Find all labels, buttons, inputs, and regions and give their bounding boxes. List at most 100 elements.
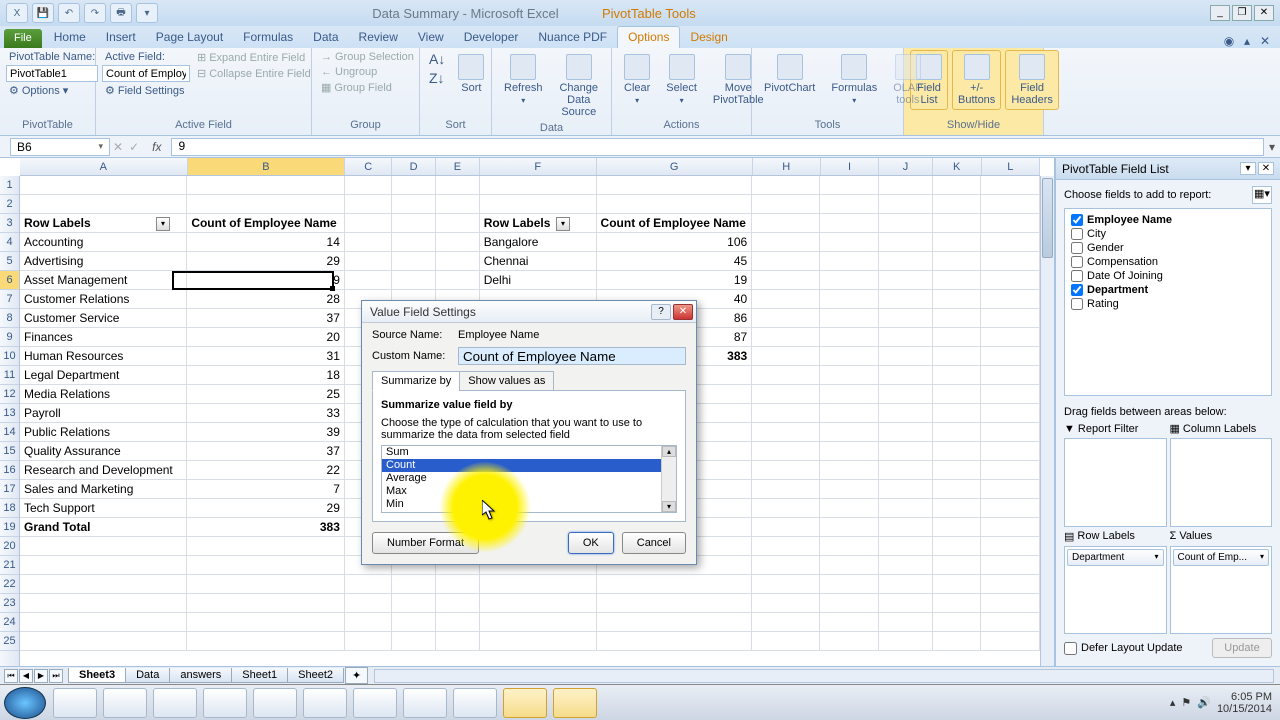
taskbar-teamviewer[interactable] (303, 688, 347, 718)
cell[interactable]: 29 (187, 499, 345, 517)
cell[interactable] (392, 594, 436, 612)
field-rating[interactable]: Rating (1069, 297, 1267, 311)
excel-icon[interactable]: X (6, 3, 28, 23)
cell[interactable]: 9 (187, 271, 345, 289)
cell[interactable] (752, 594, 820, 612)
cell[interactable] (820, 556, 879, 574)
cell[interactable] (436, 252, 480, 270)
cell[interactable] (392, 271, 436, 289)
taskbar-chrome[interactable] (153, 688, 197, 718)
cell[interactable] (981, 271, 1040, 289)
field-checkbox[interactable] (1071, 242, 1083, 254)
row-header-20[interactable]: 20 (0, 537, 19, 556)
cell[interactable]: Accounting (20, 233, 187, 251)
cell[interactable] (981, 613, 1040, 631)
cell[interactable] (820, 252, 879, 270)
cell[interactable] (597, 195, 753, 213)
field-checkbox[interactable] (1071, 270, 1083, 282)
cell[interactable] (187, 594, 345, 612)
table-row[interactable] (20, 575, 1040, 594)
cell[interactable] (480, 176, 597, 194)
cell[interactable] (879, 518, 933, 536)
cell[interactable]: 29 (187, 252, 345, 270)
expand-field-button[interactable]: ⊞ Expand Entire Field (194, 50, 314, 65)
tab-nav-prev[interactable]: ◀ (19, 669, 33, 683)
cell[interactable] (981, 442, 1040, 460)
col-header-L[interactable]: L (982, 158, 1040, 175)
cell[interactable] (20, 195, 187, 213)
tab-nav-last[interactable]: ⏭ (49, 669, 63, 683)
cell[interactable] (981, 347, 1040, 365)
ribbon-tab-insert[interactable]: Insert (96, 27, 146, 48)
row-header-1[interactable]: 1 (0, 176, 19, 195)
cell[interactable] (981, 385, 1040, 403)
cell[interactable] (820, 423, 879, 441)
redo-icon[interactable]: ↷ (84, 3, 106, 23)
cell[interactable] (879, 176, 933, 194)
table-row[interactable]: Asset Management9Delhi19 (20, 271, 1040, 290)
pivotchart-button[interactable]: PivotChart (758, 50, 821, 98)
row-header-9[interactable]: 9 (0, 328, 19, 347)
ribbon-tab-developer[interactable]: Developer (454, 27, 529, 48)
listbox-scrollbar[interactable]: ▴▾ (661, 446, 676, 512)
close-button[interactable]: ✕ (1254, 5, 1274, 21)
col-header-J[interactable]: J (879, 158, 933, 175)
formulas-button[interactable]: Formulas▾ (825, 50, 883, 109)
row-header-4[interactable]: 4 (0, 233, 19, 252)
field-department[interactable]: Department (1069, 283, 1267, 297)
cell[interactable] (933, 366, 982, 384)
sheet-tab-sheet2[interactable]: Sheet2 (287, 668, 344, 683)
number-format-button[interactable]: Number Format (372, 532, 479, 554)
cell[interactable] (480, 632, 597, 650)
field-city[interactable]: City (1069, 227, 1267, 241)
cell[interactable] (752, 537, 820, 555)
cell[interactable]: 45 (597, 252, 753, 270)
cell[interactable] (820, 632, 879, 650)
cell[interactable] (933, 518, 982, 536)
cell[interactable] (879, 632, 933, 650)
row-header-14[interactable]: 14 (0, 423, 19, 442)
cell[interactable]: Tech Support (20, 499, 187, 517)
cell[interactable] (879, 480, 933, 498)
cell[interactable] (820, 404, 879, 422)
expand-formula-bar[interactable]: ▾ (1264, 140, 1280, 154)
field-checkbox[interactable] (1071, 284, 1083, 296)
cell[interactable] (20, 575, 187, 593)
cell[interactable] (752, 613, 820, 631)
cell[interactable] (392, 575, 436, 593)
cell[interactable] (820, 480, 879, 498)
defer-layout-checkbox[interactable] (1064, 642, 1077, 655)
cell[interactable] (933, 347, 982, 365)
group-field-button[interactable]: ▦ Group Field (318, 80, 417, 95)
tray-volume-icon[interactable]: 🔊 (1197, 696, 1211, 709)
row-header-3[interactable]: 3 (0, 214, 19, 233)
horizontal-scrollbar[interactable] (374, 669, 1274, 683)
cell[interactable] (187, 632, 345, 650)
cell[interactable] (752, 214, 820, 232)
cell[interactable] (820, 214, 879, 232)
cell[interactable] (933, 176, 982, 194)
row-header-8[interactable]: 8 (0, 309, 19, 328)
field-checkbox[interactable] (1071, 256, 1083, 268)
cell[interactable] (981, 575, 1040, 593)
taskbar-explorer[interactable] (103, 688, 147, 718)
cell[interactable] (820, 309, 879, 327)
cell[interactable] (345, 632, 392, 650)
plusminus-toggle[interactable]: +/- Buttons (952, 50, 1001, 110)
cell[interactable] (752, 347, 820, 365)
cell[interactable] (981, 594, 1040, 612)
cell[interactable] (436, 233, 480, 251)
ribbon-tab-nuance-pdf[interactable]: Nuance PDF (528, 27, 617, 48)
table-row[interactable] (20, 632, 1040, 651)
filter-dropdown-pt2[interactable]: ▾ (556, 217, 570, 231)
cell[interactable] (933, 537, 982, 555)
cell[interactable] (879, 366, 933, 384)
cell[interactable]: 39 (187, 423, 345, 441)
row-header-17[interactable]: 17 (0, 480, 19, 499)
cell[interactable] (187, 613, 345, 631)
field-list-layout-button[interactable]: ▦▾ (1252, 186, 1272, 204)
row-header-6[interactable]: 6 (0, 271, 19, 290)
minimize-ribbon-icon[interactable]: ▴ (1238, 34, 1256, 48)
tab-summarize-by[interactable]: Summarize by (372, 371, 460, 391)
cell[interactable] (820, 366, 879, 384)
